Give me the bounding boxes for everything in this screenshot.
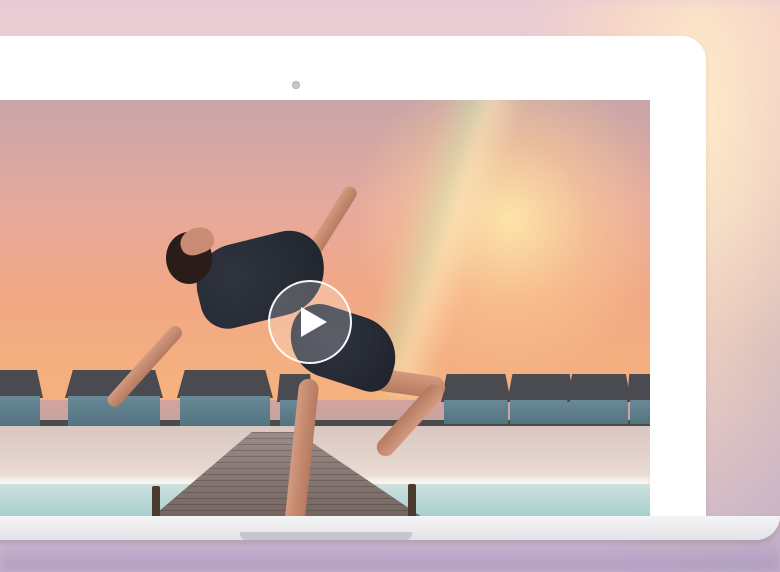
villa	[507, 374, 575, 424]
laptop-screen	[0, 100, 650, 536]
hero-illustration	[0, 0, 780, 572]
villa	[627, 374, 650, 424]
villa	[177, 370, 273, 426]
laptop-notch	[240, 532, 412, 540]
villa	[441, 374, 511, 424]
webcam-icon	[292, 81, 300, 89]
play-icon	[300, 307, 327, 337]
laptop-lid	[0, 36, 706, 536]
villa	[567, 374, 631, 424]
villa	[0, 370, 43, 426]
video-frame[interactable]	[0, 100, 650, 536]
play-button[interactable]	[268, 280, 352, 364]
